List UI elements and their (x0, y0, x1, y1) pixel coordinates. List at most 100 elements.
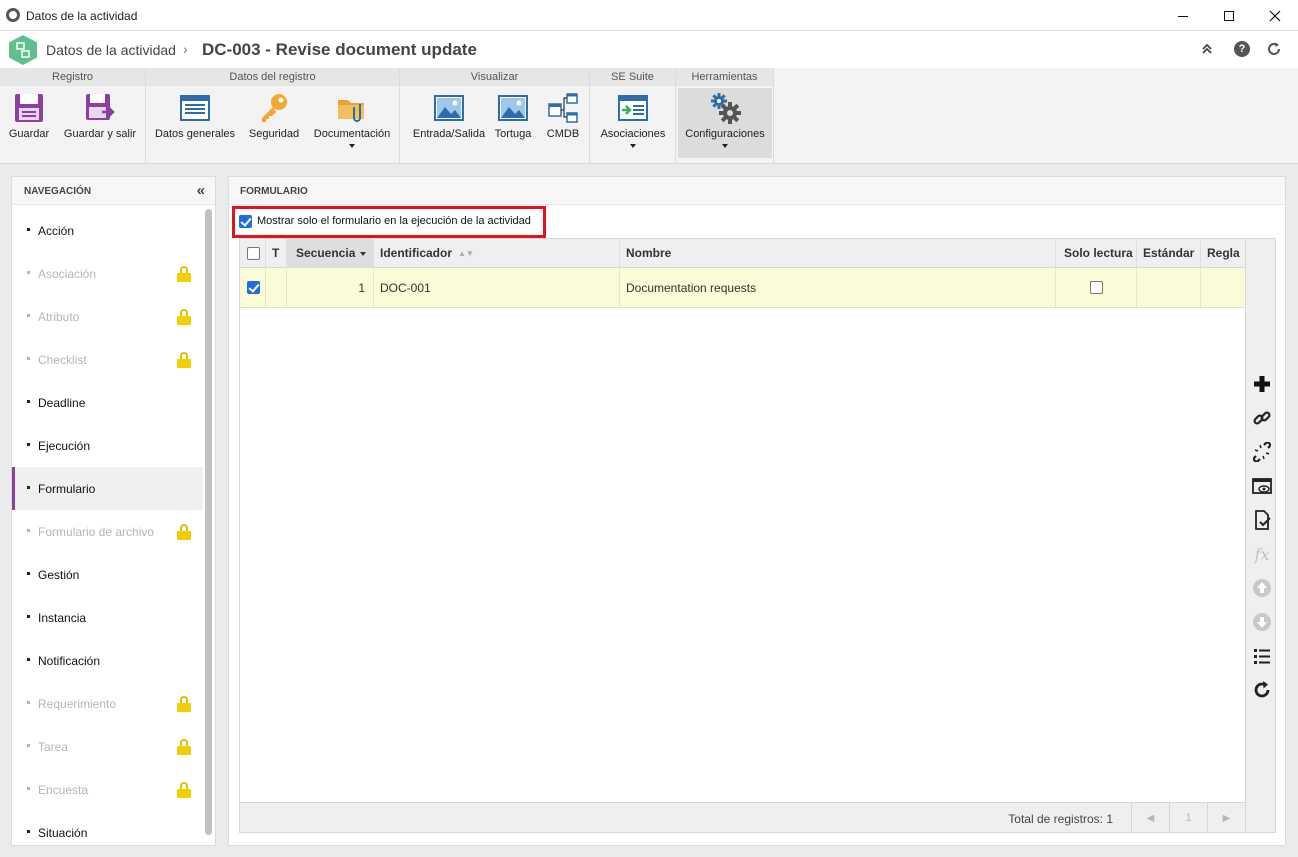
cmdb-button[interactable]: CMDB (540, 88, 586, 158)
next-page-button[interactable]: ▶ (1207, 803, 1245, 833)
navigation-list: Acción Asociación Atributo Checklist Dea… (12, 209, 203, 854)
associations-button[interactable]: Asociaciones (594, 88, 672, 158)
form-grid: T Secuencia Identificador ▲▼ Nombre Solo … (239, 238, 1246, 833)
general-data-button[interactable]: Datos generales (152, 88, 238, 158)
form-title: FORMULARIO (240, 186, 308, 197)
ribbon-group-registro: Registro Guardar Guardar y salir (0, 68, 146, 164)
nav-item-formulario[interactable]: Formulario (12, 467, 203, 510)
breadcrumb-root[interactable]: Datos de la actividad (46, 42, 176, 58)
column-header-identificador[interactable]: Identificador ▲▼ (374, 239, 620, 268)
column-header-estandar[interactable]: Estándar (1137, 239, 1201, 268)
grid-header: T Secuencia Identificador ▲▼ Nombre Solo … (240, 239, 1245, 268)
table-row[interactable]: 1 DOC-001 Documentation requests (240, 268, 1245, 308)
view-window-icon[interactable] (1251, 475, 1273, 497)
show-only-form-checkbox[interactable] (239, 215, 252, 228)
help-icon[interactable]: ? (1234, 41, 1250, 57)
cmdb-diagram-icon (548, 93, 578, 123)
input-output-label: Entrada/Salida (412, 128, 486, 140)
ribbon-group-title: Registro (0, 68, 145, 86)
row-solo-lectura-cell (1056, 268, 1137, 308)
maximize-button[interactable] (1206, 0, 1252, 31)
minimize-button[interactable] (1160, 0, 1206, 31)
nav-item-situacion[interactable]: Situación (12, 811, 203, 854)
associations-label: Asociaciones (600, 128, 666, 140)
navigation-header: NAVEGACIÓN « (12, 177, 215, 205)
row-select-checkbox[interactable] (247, 281, 260, 294)
key-icon (262, 94, 287, 122)
list-icon[interactable] (1251, 645, 1273, 667)
ribbon-group-herramientas: Herramientas Configuraciones (676, 68, 774, 164)
document-check-icon[interactable] (1251, 509, 1273, 531)
collapse-left-icon[interactable]: « (197, 182, 205, 199)
navigation-panel: NAVEGACIÓN « Acción Asociación Atributo … (11, 176, 216, 846)
nav-item-label: Checklist (38, 353, 87, 367)
column-header-nombre[interactable]: Nombre (620, 239, 1056, 268)
column-header-solo-lectura[interactable]: Solo lectura (1056, 239, 1137, 268)
nav-item-label: Asociación (38, 267, 97, 281)
activity-hexagon-icon (9, 35, 37, 65)
nav-item-instancia[interactable]: Instancia (12, 596, 203, 639)
refresh-icon[interactable] (1265, 40, 1283, 58)
turtle-label: Tortuga (494, 128, 532, 140)
lock-icon (177, 696, 191, 712)
save-and-exit-label: Guardar y salir (63, 128, 137, 140)
function-icon: fx (1254, 544, 1270, 564)
minimize-icon (1178, 16, 1188, 17)
show-only-form-label[interactable]: Mostrar solo el formulario en la ejecuci… (257, 215, 531, 227)
column-header-label: Secuencia (296, 246, 356, 260)
security-label: Seguridad (248, 128, 300, 140)
column-header-secuencia[interactable]: Secuencia (287, 239, 374, 268)
gears-icon (711, 93, 741, 124)
nav-item-ejecucion[interactable]: Ejecución (12, 424, 203, 467)
nav-item-deadline[interactable]: Deadline (12, 381, 203, 424)
navigation-scrollbar[interactable] (205, 209, 212, 835)
documentation-button[interactable]: Documentación (310, 88, 394, 158)
save-button[interactable]: Guardar (2, 88, 56, 158)
navigation-title: NAVEGACIÓN (24, 186, 92, 197)
breadcrumb-separator: › (183, 41, 188, 57)
link-icon[interactable] (1251, 407, 1273, 429)
page-number: 1 (1169, 803, 1207, 833)
nav-item-label: Encuesta (38, 783, 89, 797)
turtle-button[interactable]: Tortuga (492, 88, 534, 158)
grid-side-toolbar: fx (1246, 238, 1276, 833)
ribbon-toolbar: Registro Guardar Guardar y salir Datos d… (0, 68, 1298, 164)
add-icon[interactable] (1251, 373, 1273, 395)
nav-item-accion[interactable]: Acción (12, 209, 203, 252)
lock-icon (177, 739, 191, 755)
column-header-t[interactable]: T (266, 239, 287, 268)
security-button[interactable]: Seguridad (244, 88, 304, 158)
read-only-checkbox[interactable] (1090, 281, 1103, 294)
nav-item-notificacion[interactable]: Notificación (12, 639, 203, 682)
ribbon-group-title: Herramientas (676, 68, 773, 86)
close-window-button[interactable] (1252, 0, 1298, 31)
nav-item-asociacion: Asociación (12, 252, 203, 295)
settings-label: Configuraciones (685, 128, 765, 140)
settings-button[interactable]: Configuraciones (678, 88, 772, 158)
ribbon-group-title: SE Suite (590, 68, 675, 86)
ribbon-group-title: Visualizar (400, 68, 589, 86)
total-records: Total de registros: 1 (1008, 812, 1113, 826)
nav-item-gestion[interactable]: Gestión (12, 553, 203, 596)
form-window-icon (180, 95, 210, 121)
prev-page-button[interactable]: ◀ (1131, 803, 1169, 833)
lock-icon (177, 352, 191, 368)
save-and-exit-button[interactable]: Guardar y salir (60, 88, 140, 158)
nav-item-label: Instancia (38, 611, 87, 625)
refresh-grid-icon[interactable] (1251, 679, 1273, 701)
column-header-regla[interactable]: Regla (1201, 239, 1247, 268)
collapse-up-icon[interactable] (1198, 40, 1216, 58)
select-all-checkbox[interactable] (247, 247, 260, 260)
window-title: Datos de la actividad (26, 9, 138, 23)
input-output-button[interactable]: Entrada/Salida (406, 88, 492, 158)
ribbon-group-visualizar: Visualizar Entrada/Salida Tortuga CMDB (400, 68, 590, 164)
dropdown-caret-icon (349, 144, 355, 148)
unlink-icon[interactable] (1251, 441, 1273, 463)
nav-item-label: Atributo (38, 310, 80, 324)
ribbon-group-title: Datos del registro (146, 68, 399, 86)
lock-icon (177, 266, 191, 282)
grid-footer: Total de registros: 1 ◀ 1 ▶ (240, 802, 1245, 833)
close-icon (1269, 10, 1281, 21)
select-all-column (240, 239, 266, 268)
documentation-label: Documentación (313, 128, 391, 140)
